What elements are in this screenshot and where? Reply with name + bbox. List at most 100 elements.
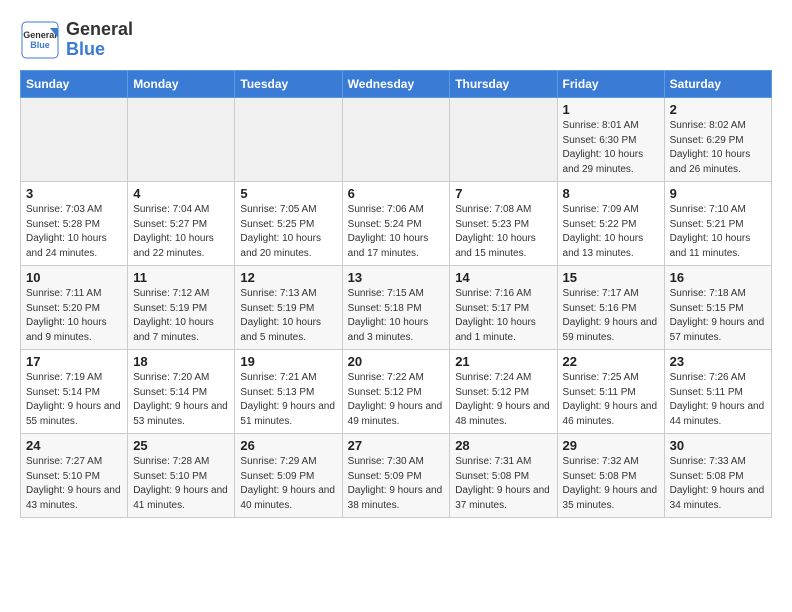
day-info: Sunrise: 7:22 AM Sunset: 5:12 PM Dayligh… [348,371,445,429]
weekday-header-row: SundayMondayTuesdayWednesdayThursdayFrid… [21,71,772,98]
calendar-day-cell [342,98,450,182]
day-info: Sunrise: 7:09 AM Sunset: 5:22 PM Dayligh… [563,203,659,261]
calendar-day-cell: 7Sunrise: 7:08 AM Sunset: 5:23 PM Daylig… [450,182,557,266]
day-info: Sunrise: 7:19 AM Sunset: 5:14 PM Dayligh… [26,371,122,429]
calendar-day-cell: 6 Sunrise: 7:06 AM Sunset: 5:24 PM Daylig… [342,182,450,266]
calendar-week-row: 3 Sunrise: 7:03 AM Sunset: 5:28 PM Daylig… [21,182,772,266]
day-info: Sunrise: 7:28 AM Sunset: 5:10 PM Dayligh… [133,455,229,513]
weekday-header-cell: Tuesday [235,71,342,98]
day-info: Sunrise: 7:26 AM Sunset: 5:11 PM Dayligh… [670,371,766,429]
day-info: Sunrise: 7:31 AM Sunset: 5:08 PM Dayligh… [455,455,551,513]
calendar-day-cell: 21 Sunrise: 7:24 AM Sunset: 5:12 PM Dayli… [450,350,557,434]
day-number: 2 [670,102,766,117]
day-number: 15 [563,270,659,285]
calendar-day-cell: 22Sunrise: 7:25 AM Sunset: 5:11 PM Dayli… [557,350,664,434]
day-number: 9 [670,186,766,201]
day-number: 16 [670,270,766,285]
weekday-header-cell: Sunday [21,71,128,98]
calendar-day-cell: 16 Sunrise: 7:18 AM Sunset: 5:15 PM Dayli… [664,266,771,350]
calendar-day-cell: 20Sunrise: 7:22 AM Sunset: 5:12 PM Dayli… [342,350,450,434]
day-number: 17 [26,354,122,369]
day-info: Sunrise: 7:27 AM Sunset: 5:10 PM Dayligh… [26,455,122,513]
calendar-week-row: 17 Sunrise: 7:19 AM Sunset: 5:14 PM Dayli… [21,350,772,434]
calendar-day-cell: 18Sunrise: 7:20 AM Sunset: 5:14 PM Dayli… [128,350,235,434]
day-number: 14 [455,270,551,285]
day-info: Sunrise: 7:21 AM Sunset: 5:13 PM Dayligh… [240,371,336,429]
calendar-day-cell: 10Sunrise: 7:11 AM Sunset: 5:20 PM Dayli… [21,266,128,350]
calendar-day-cell [235,98,342,182]
day-number: 13 [348,270,445,285]
calendar-week-row: 1Sunrise: 8:01 AM Sunset: 6:30 PM Daylig… [21,98,772,182]
day-number: 21 [455,354,551,369]
day-number: 12 [240,270,336,285]
day-info: Sunrise: 7:32 AM Sunset: 5:08 PM Dayligh… [563,455,659,513]
day-info: Sunrise: 7:17 AM Sunset: 5:16 PM Dayligh… [563,287,659,345]
day-info: Sunrise: 7:04 AM Sunset: 5:27 PM Dayligh… [133,203,229,261]
day-number: 27 [348,438,445,453]
logo-text-blue: Blue [66,40,133,60]
calendar-day-cell: 14 Sunrise: 7:16 AM Sunset: 5:17 PM Dayli… [450,266,557,350]
day-number: 7 [455,186,551,201]
day-number: 18 [133,354,229,369]
day-info: Sunrise: 7:16 AM Sunset: 5:17 PM Dayligh… [455,287,551,345]
day-info: Sunrise: 7:10 AM Sunset: 5:21 PM Dayligh… [670,203,766,261]
calendar-day-cell: 5Sunrise: 7:05 AM Sunset: 5:25 PM Daylig… [235,182,342,266]
day-number: 3 [26,186,122,201]
svg-text:Blue: Blue [30,40,50,50]
day-number: 28 [455,438,551,453]
calendar-week-row: 24 Sunrise: 7:27 AM Sunset: 5:10 PM Dayli… [21,434,772,518]
calendar-day-cell: 17 Sunrise: 7:19 AM Sunset: 5:14 PM Dayli… [21,350,128,434]
calendar-day-cell [21,98,128,182]
page-header: General Blue General Blue [20,20,772,60]
day-info: Sunrise: 7:03 AM Sunset: 5:28 PM Dayligh… [26,203,122,261]
calendar-day-cell: 25 Sunrise: 7:28 AM Sunset: 5:10 PM Dayli… [128,434,235,518]
day-info: Sunrise: 7:06 AM Sunset: 5:24 PM Dayligh… [348,203,445,261]
weekday-header-cell: Saturday [664,71,771,98]
calendar-day-cell: 28 Sunrise: 7:31 AM Sunset: 5:08 PM Dayli… [450,434,557,518]
day-number: 8 [563,186,659,201]
calendar-day-cell: 26Sunrise: 7:29 AM Sunset: 5:09 PM Dayli… [235,434,342,518]
day-number: 23 [670,354,766,369]
day-info: Sunrise: 7:12 AM Sunset: 5:19 PM Dayligh… [133,287,229,345]
day-info: Sunrise: 7:18 AM Sunset: 5:15 PM Dayligh… [670,287,766,345]
calendar-day-cell: 27 Sunrise: 7:30 AM Sunset: 5:09 PM Dayli… [342,434,450,518]
calendar-body: 1Sunrise: 8:01 AM Sunset: 6:30 PM Daylig… [21,98,772,518]
calendar-day-cell: 11 Sunrise: 7:12 AM Sunset: 5:19 PM Dayli… [128,266,235,350]
calendar-day-cell: 15 Sunrise: 7:17 AM Sunset: 5:16 PM Dayli… [557,266,664,350]
day-number: 6 [348,186,445,201]
day-info: Sunrise: 8:02 AM Sunset: 6:29 PM Dayligh… [670,119,766,177]
day-number: 11 [133,270,229,285]
calendar-day-cell: 1Sunrise: 8:01 AM Sunset: 6:30 PM Daylig… [557,98,664,182]
calendar-day-cell: 13 Sunrise: 7:15 AM Sunset: 5:18 PM Dayli… [342,266,450,350]
day-number: 5 [240,186,336,201]
logo-text: General [66,20,133,40]
day-info: Sunrise: 7:15 AM Sunset: 5:18 PM Dayligh… [348,287,445,345]
weekday-header-cell: Thursday [450,71,557,98]
calendar-week-row: 10Sunrise: 7:11 AM Sunset: 5:20 PM Dayli… [21,266,772,350]
day-info: Sunrise: 7:11 AM Sunset: 5:20 PM Dayligh… [26,287,122,345]
calendar-day-cell: 8 Sunrise: 7:09 AM Sunset: 5:22 PM Daylig… [557,182,664,266]
weekday-header-cell: Monday [128,71,235,98]
svg-text:General: General [23,30,57,40]
day-info: Sunrise: 7:24 AM Sunset: 5:12 PM Dayligh… [455,371,551,429]
calendar-day-cell: 12 Sunrise: 7:13 AM Sunset: 5:19 PM Dayli… [235,266,342,350]
calendar-day-cell: 9 Sunrise: 7:10 AM Sunset: 5:21 PM Daylig… [664,182,771,266]
day-number: 29 [563,438,659,453]
calendar-day-cell: 19 Sunrise: 7:21 AM Sunset: 5:13 PM Dayli… [235,350,342,434]
day-number: 24 [26,438,122,453]
day-number: 22 [563,354,659,369]
day-info: Sunrise: 7:13 AM Sunset: 5:19 PM Dayligh… [240,287,336,345]
day-number: 4 [133,186,229,201]
day-number: 1 [563,102,659,117]
calendar-day-cell: 29 Sunrise: 7:32 AM Sunset: 5:08 PM Dayli… [557,434,664,518]
day-number: 30 [670,438,766,453]
day-number: 25 [133,438,229,453]
weekday-header-cell: Wednesday [342,71,450,98]
day-number: 19 [240,354,336,369]
day-info: Sunrise: 7:30 AM Sunset: 5:09 PM Dayligh… [348,455,445,513]
calendar-day-cell: 30Sunrise: 7:33 AM Sunset: 5:08 PM Dayli… [664,434,771,518]
calendar-day-cell: 24 Sunrise: 7:27 AM Sunset: 5:10 PM Dayli… [21,434,128,518]
calendar-day-cell: 3 Sunrise: 7:03 AM Sunset: 5:28 PM Daylig… [21,182,128,266]
logo-icon: General Blue [20,20,60,60]
weekday-header-cell: Friday [557,71,664,98]
